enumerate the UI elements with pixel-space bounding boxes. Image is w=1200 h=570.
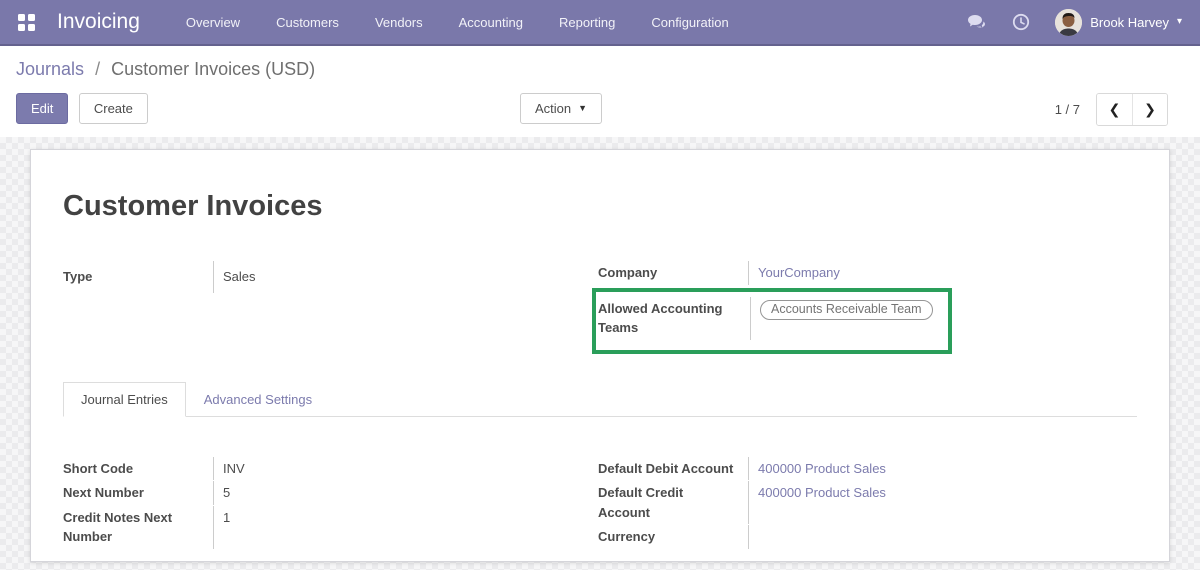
breadcrumb-journals-link[interactable]: Journals bbox=[16, 59, 84, 79]
pager-previous-button[interactable]: ❮ bbox=[1097, 94, 1132, 125]
pager-buttons: ❮ ❯ bbox=[1096, 93, 1168, 126]
pager: 1 / 7 ❮ ❯ bbox=[1055, 93, 1168, 126]
nav-item-vendors[interactable]: Vendors bbox=[375, 15, 423, 30]
field-label-type: Type bbox=[63, 269, 93, 284]
field-label-next-number: Next Number bbox=[63, 485, 144, 500]
top-navbar: Invoicing Overview Customers Vendors Acc… bbox=[0, 0, 1200, 46]
bottom-left-group: Short Code INV Next Number 5 Credit Note… bbox=[63, 456, 598, 550]
field-label-credit-notes-next-number: Credit Notes Next Number bbox=[63, 509, 173, 545]
breadcrumb-separator: / bbox=[95, 59, 101, 79]
caret-down-icon: ▾ bbox=[1176, 16, 1182, 27]
chevron-left-icon: ❮ bbox=[1108, 101, 1121, 117]
accounting-team-tag[interactable]: Accounts Receivable Team bbox=[760, 299, 933, 320]
field-value-default-debit-account: 400000 Product Sales bbox=[748, 456, 1137, 480]
clock-icon[interactable] bbox=[1011, 12, 1031, 32]
top-left-group: Type Sales bbox=[63, 261, 598, 354]
caret-down-icon: ▼ bbox=[578, 103, 588, 113]
navbar-right: Brook Harvey ▾ bbox=[967, 8, 1182, 36]
form-sheet: Customer Invoices Type Sales Company You… bbox=[30, 149, 1170, 562]
control-panel: Journals / Customer Invoices (USD) Edit … bbox=[0, 46, 1200, 137]
field-value-default-credit-account: 400000 Product Sales bbox=[748, 481, 1137, 524]
nav-menu: Overview Customers Vendors Accounting Re… bbox=[186, 15, 729, 30]
bottom-right-group: Default Debit Account 400000 Product Sal… bbox=[598, 456, 1137, 550]
default-credit-account-link[interactable]: 400000 Product Sales bbox=[758, 485, 886, 500]
field-default-credit-account: Default Credit Account 400000 Product Sa… bbox=[598, 481, 1137, 524]
highlight-annotation-box: Allowed Accounting Teams Accounts Receiv… bbox=[592, 287, 952, 354]
field-type: Type Sales bbox=[63, 261, 598, 293]
field-label-short-code: Short Code bbox=[63, 460, 134, 476]
default-debit-account-link[interactable]: 400000 Product Sales bbox=[758, 461, 886, 476]
form-view-background: Customer Invoices Type Sales Company You… bbox=[0, 137, 1200, 570]
company-link[interactable]: YourCompany bbox=[758, 265, 840, 280]
breadcrumb-current: Customer Invoices (USD) bbox=[111, 59, 316, 79]
field-short-code: Short Code INV bbox=[63, 456, 598, 480]
app-name[interactable]: Invoicing bbox=[57, 10, 140, 34]
field-currency: Currency bbox=[598, 525, 1137, 549]
field-label-currency: Currency bbox=[598, 529, 656, 544]
nav-item-configuration[interactable]: Configuration bbox=[651, 15, 728, 30]
user-name: Brook Harvey bbox=[1090, 14, 1169, 30]
field-default-debit-account: Default Debit Account 400000 Product Sal… bbox=[598, 456, 1137, 480]
field-next-number: Next Number 5 bbox=[63, 481, 598, 505]
field-company: Company YourCompany bbox=[598, 261, 1137, 285]
top-right-group: Company YourCompany Allowed Accounting T… bbox=[592, 261, 1137, 354]
edit-button[interactable]: Edit bbox=[16, 93, 69, 124]
top-field-groups: Type Sales Company YourCompany Allowed A… bbox=[63, 261, 1137, 354]
field-value-type: Sales bbox=[213, 261, 598, 293]
field-credit-notes-next-number: Credit Notes Next Number 1 bbox=[63, 505, 598, 549]
field-value-short-code: INV bbox=[213, 456, 598, 480]
field-value-currency bbox=[748, 525, 1137, 549]
breadcrumb: Journals / Customer Invoices (USD) bbox=[16, 59, 1184, 80]
chevron-right-icon: ❯ bbox=[1144, 101, 1156, 117]
bottom-field-groups: Short Code INV Next Number 5 Credit Note… bbox=[63, 456, 1137, 550]
field-value-credit-notes-next-number: 1 bbox=[213, 505, 598, 549]
pager-value: 1 / 7 bbox=[1054, 102, 1080, 117]
field-value-next-number: 5 bbox=[213, 481, 598, 505]
chat-bubbles-icon[interactable] bbox=[967, 12, 987, 32]
nav-item-accounting[interactable]: Accounting bbox=[459, 15, 523, 30]
field-allowed-accounting-teams: Allowed Accounting Teams Accounts Receiv… bbox=[598, 296, 948, 340]
nav-item-customers[interactable]: Customers bbox=[276, 15, 339, 30]
field-label-company: Company bbox=[598, 265, 658, 280]
field-label-default-debit-account: Default Debit Account bbox=[598, 460, 734, 476]
tab-advanced-settings[interactable]: Advanced Settings bbox=[186, 382, 330, 417]
field-value-company: YourCompany bbox=[748, 261, 1137, 285]
nav-item-reporting[interactable]: Reporting bbox=[559, 15, 615, 30]
record-title: Customer Invoices bbox=[63, 190, 323, 222]
tab-journal-entries[interactable]: Journal Entries bbox=[63, 381, 186, 417]
user-avatar bbox=[1055, 8, 1083, 36]
user-menu[interactable]: Brook Harvey ▾ bbox=[1055, 8, 1182, 36]
notebook-tabs: Journal Entries Advanced Settings bbox=[63, 381, 1137, 417]
control-panel-buttons-row: Edit Create Action ▼ 1 / 7 ❮ ❯ bbox=[16, 93, 1184, 126]
create-button[interactable]: Create bbox=[78, 93, 148, 124]
field-value-allowed-accounting-teams: Accounts Receivable Team bbox=[750, 296, 948, 340]
nav-item-overview[interactable]: Overview bbox=[186, 15, 240, 30]
pager-next-button[interactable]: ❯ bbox=[1132, 94, 1167, 125]
apps-grid-icon[interactable] bbox=[18, 13, 35, 31]
field-label-allowed-accounting-teams: Allowed Accounting Teams bbox=[598, 300, 723, 336]
action-dropdown-button[interactable]: Action ▼ bbox=[520, 93, 603, 124]
action-button-label: Action bbox=[535, 101, 572, 116]
field-label-default-credit-account: Default Credit Account bbox=[598, 485, 684, 520]
